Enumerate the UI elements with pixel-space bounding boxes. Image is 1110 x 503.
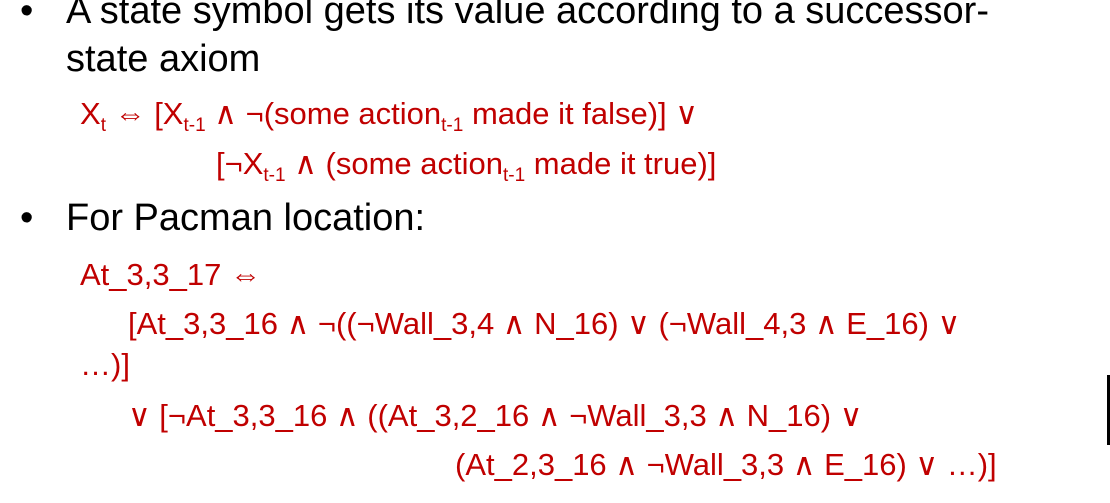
bullet-marker: • — [20, 0, 34, 32]
axiom-l1-sub2: t-1 — [441, 115, 464, 136]
axiom-l1-part1: ⇔ [X — [105, 96, 184, 131]
pacman-line-2: [At_3,3_16 ∧ ¬((¬Wall_3,4 ∧ N_16) ∨ (¬Wa… — [128, 306, 961, 341]
bullet-text-line-2: state axiom — [66, 38, 261, 80]
bullet-text-line-1: A state symbol gets its value according … — [66, 0, 989, 32]
axiom-l1-part2: ∧ ¬(some action — [205, 96, 442, 131]
pacman-line-4: ∨ [¬At_3,3_16 ∧ ((At_3,2_16 ∧ ¬Wall_3,3 … — [128, 398, 863, 433]
axiom-l2-part1: [¬X — [216, 146, 264, 181]
axiom-line-2: [¬Xt-1 ∧ (some actiont-1 made it true)] — [216, 145, 716, 188]
axiom-l2-sub2: t-1 — [502, 165, 526, 186]
bullet-marker: • — [20, 197, 34, 239]
axiom-x: X — [80, 96, 101, 131]
axiom-line-1: Xt ⇔ [Xt-1 ∧ ¬(some actiont-1 made it fa… — [80, 95, 698, 138]
axiom-l2-part3: made it true)] — [525, 146, 717, 181]
bullet-text-pacman: For Pacman location: — [66, 197, 426, 239]
axiom-l1-part3: made it false)] ∨ — [463, 96, 698, 131]
axiom-l2-sub1: t-1 — [263, 165, 286, 186]
pacman-line-3: …)] — [80, 347, 130, 382]
axiom-l1-sub1: t-1 — [183, 115, 206, 136]
pacman-line-1: At_3,3_17 ⇔ — [80, 257, 261, 292]
axiom-x-sub: t — [100, 115, 106, 136]
pacman-line-5: (At_2,3_16 ∧ ¬Wall_3,3 ∧ E_16) ∨ …)] — [455, 447, 997, 482]
axiom-l2-part2: ∧ (some action — [285, 146, 503, 181]
slide: • A state symbol gets its value accordin… — [0, 0, 1110, 503]
